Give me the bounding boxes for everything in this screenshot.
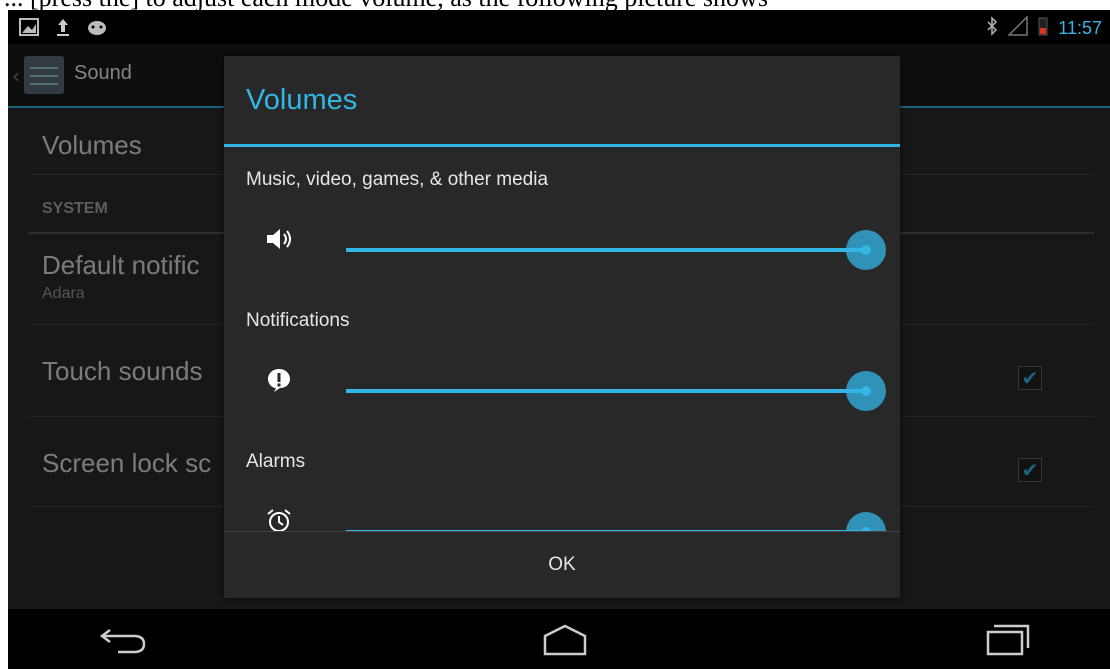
upload-icon [52, 16, 74, 38]
battery-icon [1038, 16, 1048, 40]
media-volume-thumb[interactable] [846, 230, 886, 270]
ok-button[interactable]: OK [224, 532, 900, 598]
status-time: 11:57 [1058, 17, 1102, 38]
signal-icon [1007, 15, 1029, 40]
gallery-icon [18, 16, 40, 38]
home-button[interactable] [529, 621, 589, 657]
navigation-bar [8, 609, 1110, 669]
home-icon [543, 624, 587, 656]
caption-text: ... [press the] to adjust each mode volu… [0, 0, 1110, 10]
volumes-dialog: Volumes Music, video, games, & other med… [224, 56, 900, 598]
back-icon [99, 629, 146, 654]
device-screen: 11:57 ‹ Sound Volumes SYSTEM Default not… [8, 10, 1110, 669]
notification-volume-label: Notifications [246, 310, 350, 331]
android-icon [86, 16, 108, 38]
notification-volume-slider[interactable] [346, 389, 866, 393]
alarm-volume-thumb[interactable] [846, 512, 886, 531]
recent-apps-icon [986, 624, 1030, 656]
recent-apps-button[interactable] [970, 621, 1030, 657]
alarm-volume-label: Alarms [246, 451, 306, 472]
back-button[interactable] [88, 621, 148, 657]
speaker-icon [262, 222, 296, 256]
dialog-title: Volumes [246, 84, 358, 116]
alarm-icon [262, 504, 296, 531]
media-volume-label: Music, video, games, & other media [246, 169, 549, 190]
notification-icon [262, 363, 296, 397]
status-bar: 11:57 [8, 10, 1110, 44]
bluetooth-icon [986, 16, 998, 40]
dialog-content[interactable]: Music, video, games, & other media Notif… [224, 147, 900, 531]
media-volume-slider[interactable] [346, 248, 866, 252]
notification-volume-thumb[interactable] [846, 371, 886, 411]
